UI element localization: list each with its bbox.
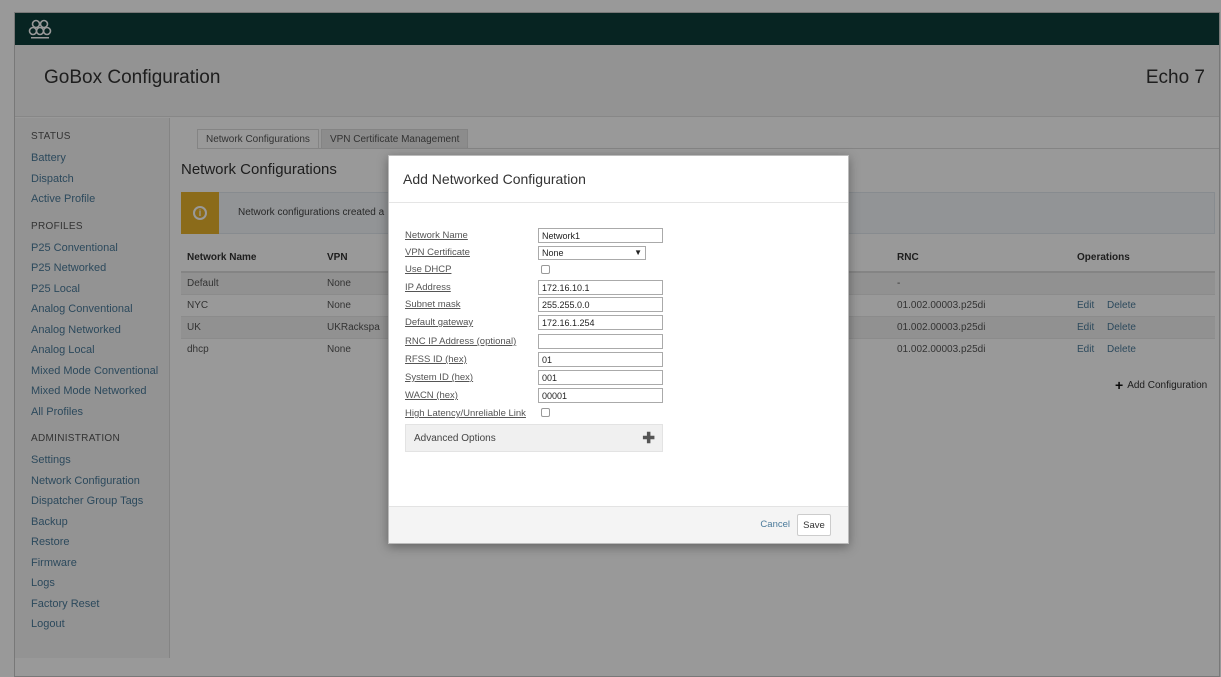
high-latency-label: High Latency/Unreliable Link: [405, 408, 526, 419]
add-networked-configuration-dialog: Add Networked Configuration Network Name…: [388, 155, 849, 544]
network-name-input[interactable]: [538, 228, 663, 243]
high-latency-checkbox[interactable]: [541, 408, 550, 417]
ip-address-input[interactable]: [538, 280, 663, 295]
save-button[interactable]: Save: [797, 514, 831, 536]
advanced-options-label: Advanced Options: [414, 433, 496, 444]
network-name-label: Network Name: [405, 230, 468, 241]
default-gateway-label: Default gateway: [405, 317, 474, 328]
default-gateway-input[interactable]: [538, 315, 663, 330]
vpn-certificate-select[interactable]: None ▼: [538, 246, 646, 260]
expand-plus-icon: ✚: [642, 430, 655, 447]
advanced-options-toggle[interactable]: Advanced Options ✚: [405, 424, 663, 452]
system-id-label: System ID (hex): [405, 372, 474, 383]
system-id-input[interactable]: [538, 370, 663, 385]
vpn-certificate-value: None: [542, 248, 564, 258]
modal-footer: Cancel Save: [389, 506, 848, 543]
ip-address-label: IP Address: [405, 282, 451, 293]
rnc-ip-label: RNC IP Address (optional): [405, 336, 517, 347]
rfss-id-label: RFSS ID (hex): [405, 354, 467, 365]
wacn-label: WACN (hex): [405, 390, 458, 401]
modal-title: Add Networked Configuration: [403, 171, 586, 187]
use-dhcp-label: Use DHCP: [405, 264, 452, 275]
rnc-ip-input[interactable]: [538, 334, 663, 349]
wacn-input[interactable]: [538, 388, 663, 403]
dropdown-arrow-icon: ▼: [634, 248, 642, 257]
rfss-id-input[interactable]: [538, 352, 663, 367]
subnet-mask-label: Subnet mask: [405, 299, 461, 310]
cancel-button[interactable]: Cancel: [760, 519, 790, 530]
subnet-mask-input[interactable]: [538, 297, 663, 312]
use-dhcp-checkbox[interactable]: [541, 265, 550, 274]
vpn-certificate-label: VPN Certificate: [405, 247, 470, 258]
